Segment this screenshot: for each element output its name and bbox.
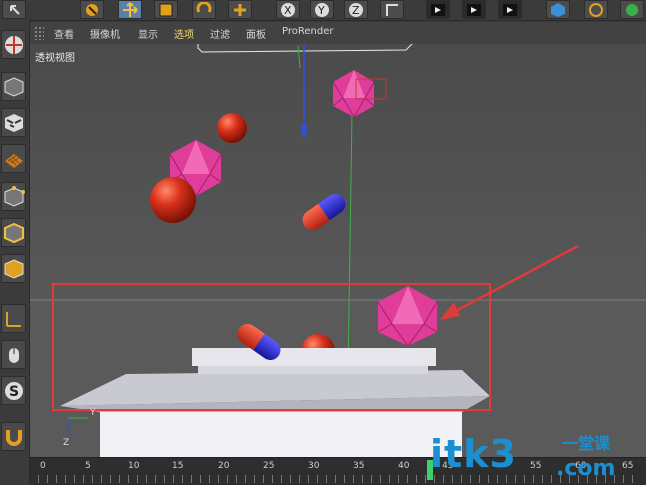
snap-icon[interactable]: S <box>1 376 26 405</box>
svg-text:X: X <box>284 4 292 17</box>
live-select-icon[interactable] <box>80 0 104 19</box>
cube-icon[interactable] <box>546 0 570 19</box>
axis-y-icon[interactable]: Y <box>310 0 334 19</box>
left-toolbar: S <box>0 20 30 484</box>
camera-frame <box>197 44 413 53</box>
render-settings-icon[interactable] <box>498 0 522 19</box>
workplane-icon[interactable] <box>1 144 26 173</box>
axis-label-y: Y <box>90 408 96 418</box>
timeline-tick: 40 <box>398 461 410 471</box>
timeline-tick: 20 <box>218 461 230 471</box>
object-mode-icon[interactable] <box>1 72 26 101</box>
points-icon[interactable] <box>1 182 26 211</box>
watermark-main-text: itk3 <box>430 432 517 476</box>
icosahedron-top[interactable] <box>332 70 387 118</box>
timeline-tick: 25 <box>263 461 275 471</box>
watermark-logo: itk3 一堂课 .com <box>430 428 640 481</box>
z-axis-arrow-icon <box>300 126 308 140</box>
timeline-tick: 15 <box>172 461 184 471</box>
undo-icon[interactable] <box>2 0 26 19</box>
top-toolbar: X Y Z <box>0 0 646 21</box>
timeline-tick: 35 <box>353 461 365 471</box>
timeline-tick: 0 <box>40 461 46 471</box>
edges-icon[interactable] <box>1 218 26 247</box>
menu-options[interactable]: 选项 <box>174 26 194 41</box>
perspective-viewport[interactable]: 透视视图 Y Z <box>30 44 646 457</box>
svg-text:Y: Y <box>317 4 325 17</box>
polygons-icon[interactable] <box>1 254 26 283</box>
menu-display[interactable]: 显示 <box>138 26 158 41</box>
sphere-large-left[interactable] <box>150 177 196 223</box>
watermark-top-text: 一堂课 <box>562 434 611 453</box>
scene-icon[interactable] <box>620 0 644 19</box>
viewport-scene <box>30 44 646 457</box>
texture-icon[interactable] <box>1 108 26 137</box>
rotate-icon[interactable] <box>192 0 216 19</box>
tweak-icon[interactable] <box>1 340 26 369</box>
model-icon[interactable] <box>1 30 26 59</box>
timeline-tick: 5 <box>85 461 91 471</box>
menubar-grip-icon[interactable] <box>34 26 44 40</box>
menu-cameras[interactable]: 摄像机 <box>90 26 120 41</box>
axis-z-icon[interactable]: Z <box>344 0 368 19</box>
menu-prorender[interactable]: ProRender <box>282 26 333 37</box>
coordinate-system-icon[interactable] <box>380 0 404 19</box>
move-icon[interactable] <box>118 0 142 19</box>
timeline-tick: 30 <box>308 461 320 471</box>
timeline-tick: 10 <box>128 461 140 471</box>
capsule-mid[interactable] <box>299 190 350 234</box>
viewport-title: 透视视图 <box>32 48 78 65</box>
transform-icon[interactable] <box>228 0 252 19</box>
sphere-small-top[interactable] <box>217 113 247 143</box>
magnet-icon[interactable] <box>1 422 26 451</box>
svg-text:Z: Z <box>352 4 360 17</box>
watermark-bottom-text: .com <box>556 456 616 481</box>
axis-x-icon[interactable]: X <box>276 0 300 19</box>
scale-icon[interactable] <box>154 0 178 19</box>
menu-view[interactable]: 查看 <box>54 26 74 41</box>
menu-filter[interactable]: 过滤 <box>210 26 230 41</box>
axis-label-z: Z <box>63 438 70 448</box>
deformer-icon[interactable] <box>584 0 608 19</box>
menu-panel[interactable]: 面板 <box>246 26 266 41</box>
render-view-icon[interactable] <box>426 0 450 19</box>
render-picture-viewer-icon[interactable] <box>462 0 486 19</box>
y-axis-top-line <box>297 45 301 69</box>
viewport-menubar: 查看 摄像机 显示 选项 过滤 面板 ProRender <box>30 22 646 44</box>
svg-text:S: S <box>9 384 19 400</box>
axis-icon[interactable] <box>1 304 26 333</box>
